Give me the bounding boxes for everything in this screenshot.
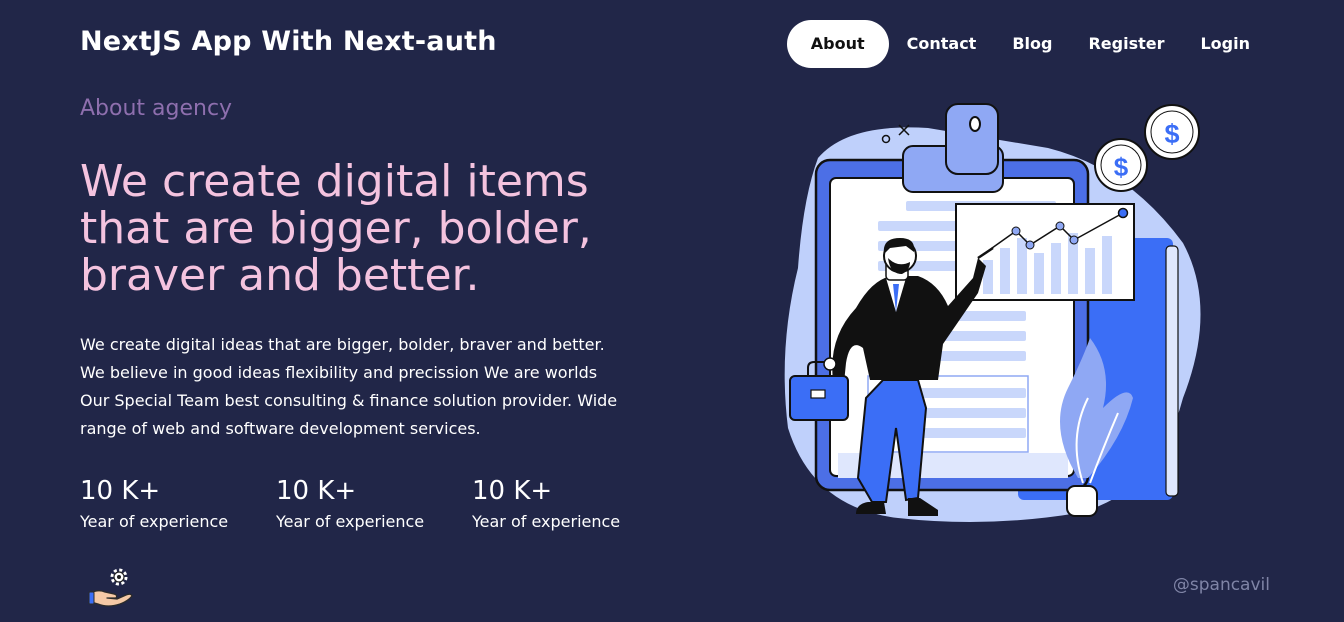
description-line: range of web and software development se… xyxy=(80,419,481,438)
nav-register-link[interactable]: Register xyxy=(1070,20,1182,68)
top-nav: About Contact Blog Register Login xyxy=(786,20,1268,68)
hero-description: We create digital ideas that are bigger,… xyxy=(80,331,635,443)
nav-about-link[interactable]: About xyxy=(786,20,889,68)
dollar-coin-symbol: $ xyxy=(1164,119,1179,149)
description-line: We create digital ideas that are bigger,… xyxy=(80,335,605,354)
description-line: We believe in good ideas flexibility and… xyxy=(80,363,598,382)
nav-contact-link[interactable]: Contact xyxy=(889,20,995,68)
stat-value: 10 K+ xyxy=(276,476,357,506)
hand-gear-icon xyxy=(88,568,133,607)
nav-blog-link[interactable]: Blog xyxy=(994,20,1070,68)
stat-label: Year of experience xyxy=(472,512,621,531)
headline-line: We create digital items xyxy=(80,156,589,207)
business-analytics-illustration: $ $ xyxy=(784,103,1201,522)
stat-card: 10 K+ Year of experience xyxy=(276,474,472,536)
author-handle: @spancavil xyxy=(1172,575,1270,595)
dollar-coin-symbol: $ xyxy=(1114,152,1129,182)
headline-line: braver and better. xyxy=(80,250,480,301)
stat-label: Year of experience xyxy=(276,512,425,531)
stat-value: 10 K+ xyxy=(80,476,161,506)
stat-card: 10 K+ Year of experience xyxy=(472,474,668,536)
headline-line: that are bigger, bolder, xyxy=(80,203,592,254)
description-line: Our Special Team best consulting & finan… xyxy=(80,391,618,410)
stats-row: 10 K+ Year of experience 10 K+ Year of e… xyxy=(80,474,668,536)
stat-value: 10 K+ xyxy=(472,476,553,506)
stat-card: 10 K+ Year of experience xyxy=(80,474,276,536)
nav-login-link[interactable]: Login xyxy=(1182,20,1268,68)
hero-headline: We create digital items that are bigger,… xyxy=(80,158,700,299)
app-brand-title[interactable]: NextJS App With Next-auth xyxy=(80,26,497,57)
section-eyebrow: About agency xyxy=(80,96,233,121)
stat-label: Year of experience xyxy=(80,512,229,531)
